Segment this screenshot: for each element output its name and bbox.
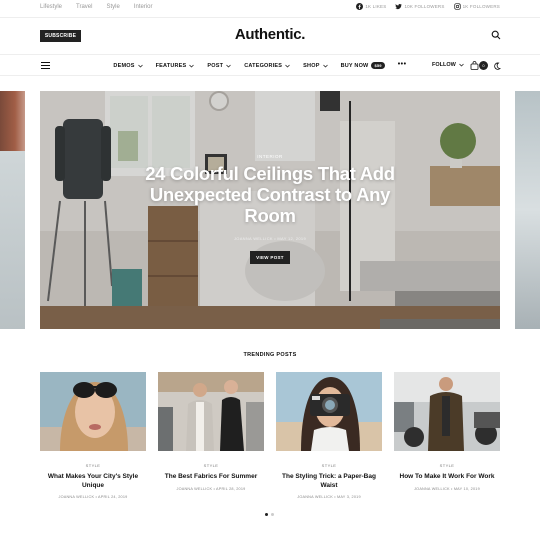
post-category[interactable]: STYLE (394, 463, 500, 468)
top-bar: Lifestyle Travel Style Interior 1K LIKES… (0, 0, 540, 18)
nav-item-demos[interactable]: DEMOS (113, 62, 143, 69)
trending-card[interactable]: STYLE What Makes Your City's Style Uniqu… (40, 372, 146, 499)
top-nav-link-travel[interactable]: Travel (76, 4, 92, 10)
nav-item-label: SHOP (303, 62, 320, 69)
cart-count-badge: 0 (479, 61, 488, 70)
view-post-button[interactable]: VIEW POST (250, 251, 290, 264)
chevron-down-icon (189, 64, 195, 67)
carousel-pagination (265, 513, 274, 516)
chevron-down-icon (137, 64, 143, 67)
post-title[interactable]: The Best Fabrics For Summer (158, 473, 264, 482)
facebook-icon (356, 3, 364, 10)
nav-item-label: FEATURES (155, 62, 187, 69)
chevron-down-icon (285, 64, 290, 67)
search-icon[interactable] (491, 30, 501, 40)
top-nav: Lifestyle Travel Style Interior (40, 4, 153, 10)
post-thumbnail[interactable] (40, 372, 146, 451)
instagram-count: 1K FOLLOWERS (462, 4, 500, 9)
post-meta: JOANNA WELLICK • APRIL 28, 2019 (176, 486, 246, 491)
nav-item-buy-now[interactable]: BUY NOW $59 (341, 62, 385, 69)
post-meta: JOANNA WELLICK • APRIL 24, 2019 (58, 495, 128, 499)
twitter-icon (395, 3, 403, 10)
chevron-down-icon (322, 64, 328, 67)
cart-icon[interactable] (470, 61, 479, 70)
chevron-down-icon (226, 64, 231, 67)
nav-item-shop[interactable]: SHOP (303, 62, 328, 69)
post-title[interactable]: The Styling Trick: a Paper-Bag Waist (276, 473, 382, 490)
post-meta: JOANNA WELLICK • MAY 10, 2019 (414, 486, 480, 491)
post-category[interactable]: STYLE (158, 463, 264, 468)
social-facebook[interactable]: 1K LIKES (356, 3, 386, 10)
post-thumbnail[interactable] (158, 372, 264, 451)
post-category[interactable]: STYLE (276, 463, 382, 468)
hero-title[interactable]: 24 Colorful Ceilings That Add Unexpected… (140, 163, 400, 226)
pagination-dot[interactable] (271, 513, 274, 516)
buy-now-label: BUY NOW (340, 62, 369, 69)
next-slide-preview[interactable] (515, 91, 540, 329)
nav-item-label: POST (207, 62, 224, 69)
pagination-dot-active[interactable] (265, 513, 268, 516)
chevron-down-icon (459, 63, 464, 67)
main-nav: DEMOS FEATURES POST CATEGORIES SHOP BUY … (0, 54, 540, 76)
more-menu-button[interactable]: ••• (398, 60, 407, 69)
social-links: 1K LIKES 10K FOLLOWERS 1K FOLLOWERS (356, 3, 500, 10)
facebook-count: 1K LIKES (365, 4, 387, 9)
dark-mode-toggle-icon[interactable] (493, 62, 501, 70)
social-instagram[interactable]: 1K FOLLOWERS (453, 3, 500, 10)
nav-item-categories[interactable]: CATEGORIES (244, 62, 290, 69)
follow-dropdown[interactable]: FOLLOW (432, 62, 464, 68)
twitter-count: 10K FOLLOWERS (404, 4, 445, 9)
social-twitter[interactable]: 10K FOLLOWERS (395, 3, 444, 10)
nav-item-features[interactable]: FEATURES (156, 62, 195, 69)
top-nav-link-lifestyle[interactable]: Lifestyle (40, 4, 62, 10)
hero-slide[interactable]: INTERIOR 24 Colorful Ceilings That Add U… (40, 91, 500, 329)
nav-item-label: CATEGORIES (244, 62, 283, 69)
post-meta: JOANNA WELLICK • MAY 3, 2019 (297, 495, 361, 499)
hero-meta: JOANNA WELLICK • MAY 12, 2019 (234, 236, 306, 241)
site-logo[interactable]: Authentic. (0, 26, 540, 43)
price-badge: $59 (371, 62, 385, 69)
trending-card[interactable]: STYLE The Best Fabrics For Summer JOANNA… (158, 372, 264, 491)
post-title[interactable]: What Makes Your City's Style Unique (40, 473, 146, 490)
previous-slide-preview[interactable] (0, 91, 25, 329)
hero-category[interactable]: INTERIOR (40, 154, 500, 159)
post-thumbnail[interactable] (394, 372, 500, 451)
follow-label: FOLLOW (432, 62, 456, 68)
top-nav-link-style[interactable]: Style (106, 4, 119, 10)
nav-item-label: DEMOS (113, 62, 135, 69)
trending-heading: TRENDING POSTS (243, 352, 297, 358)
post-thumbnail[interactable] (276, 372, 382, 451)
top-nav-link-interior[interactable]: Interior (134, 4, 153, 10)
trending-card[interactable]: STYLE The Styling Trick: a Paper-Bag Wai… (276, 372, 382, 499)
instagram-icon (453, 3, 461, 10)
trending-card[interactable]: STYLE How To Make It Work For Work JOANN… (394, 372, 500, 491)
post-title[interactable]: How To Make It Work For Work (394, 473, 500, 482)
nav-item-post[interactable]: POST (207, 62, 231, 69)
post-category[interactable]: STYLE (40, 463, 146, 468)
